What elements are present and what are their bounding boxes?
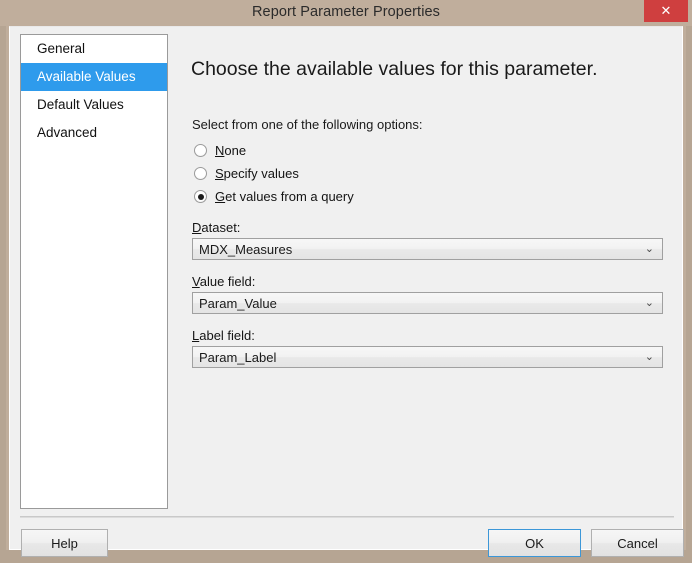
sidebar-item-label: Available Values [37, 69, 136, 84]
radio-icon [194, 167, 207, 180]
dataset-combobox[interactable]: MDX_Measures ⌄ [192, 238, 663, 260]
label-field-combobox[interactable]: Param_Label ⌄ [192, 346, 663, 368]
accel-char: D [192, 220, 202, 235]
value-field-block: Value field: Param_Value ⌄ [192, 274, 663, 314]
accel-char: S [215, 166, 224, 181]
sidebar-item-label: Default Values [37, 97, 124, 112]
radio-icon [194, 144, 207, 157]
dialog-window: Report Parameter Properties ✕ General Av… [0, 0, 692, 563]
label-rest: et values from a query [225, 189, 354, 204]
page-title: Choose the available values for this par… [191, 58, 598, 80]
help-button[interactable]: Help [21, 529, 108, 557]
sidebar-item-advanced[interactable]: Advanced [21, 119, 167, 147]
radio-label: Specify values [215, 166, 299, 181]
footer-divider [20, 516, 674, 518]
dataset-value: MDX_Measures [199, 242, 293, 257]
close-button[interactable]: ✕ [644, 0, 688, 22]
radio-option-none[interactable]: None [194, 139, 614, 162]
sidebar-item-label: Advanced [37, 125, 98, 140]
radio-label: Get values from a query [215, 189, 354, 204]
dataset-label: Dataset: [192, 220, 663, 235]
radio-icon [194, 190, 207, 203]
category-list[interactable]: General Available Values Default Values … [20, 34, 168, 509]
accel-char: G [215, 189, 226, 204]
available-values-radio-group[interactable]: None Specify values Get values from a qu… [194, 139, 614, 208]
options-prompt: Select from one of the following options… [192, 117, 423, 132]
label-rest: abel field: [199, 328, 255, 343]
radio-option-get-values-from-query[interactable]: Get values from a query [194, 185, 614, 208]
label-rest: ataset: [201, 220, 241, 235]
content-panel: Choose the available values for this par… [178, 34, 674, 509]
dataset-field-block: Dataset: MDX_Measures ⌄ [192, 220, 663, 260]
chevron-down-icon[interactable]: ⌄ [645, 347, 654, 369]
accel-char: N [215, 143, 225, 158]
radio-option-specify-values[interactable]: Specify values [194, 162, 614, 185]
sidebar-item-general[interactable]: General [21, 35, 167, 63]
value-field-label: Value field: [192, 274, 663, 289]
accel-char: V [192, 274, 200, 289]
label-rest: one [224, 143, 247, 158]
label-rest: pecify values [223, 166, 299, 181]
label-field-block: Label field: Param_Label ⌄ [192, 328, 663, 368]
chevron-down-icon[interactable]: ⌄ [645, 293, 654, 315]
sidebar-item-label: General [37, 41, 86, 56]
dialog-body: General Available Values Default Values … [9, 26, 684, 557]
value-field-value: Param_Value [199, 296, 277, 311]
sidebar-item-available-values[interactable]: Available Values [21, 63, 167, 91]
radio-label: None [215, 143, 246, 158]
label-field-value: Param_Label [199, 350, 277, 365]
ok-button[interactable]: OK [488, 529, 581, 557]
cancel-button[interactable]: Cancel [591, 529, 684, 557]
value-field-combobox[interactable]: Param_Value ⌄ [192, 292, 663, 314]
title-bar: Report Parameter Properties ✕ [0, 0, 692, 26]
sidebar-item-default-values[interactable]: Default Values [21, 91, 167, 119]
label-rest: alue field: [199, 274, 256, 289]
chevron-down-icon[interactable]: ⌄ [645, 239, 654, 261]
label-field-label: Label field: [192, 328, 663, 343]
window-title: Report Parameter Properties [251, 4, 441, 20]
close-icon: ✕ [660, 3, 672, 18]
